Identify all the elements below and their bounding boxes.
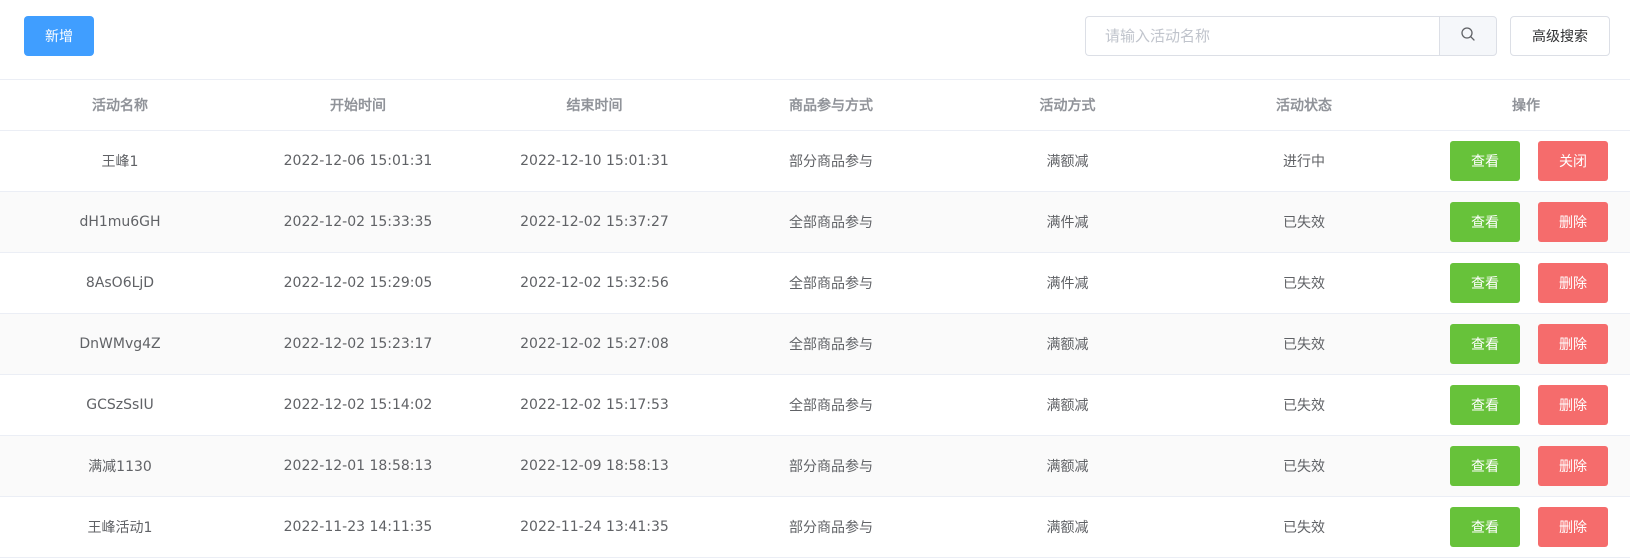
delete-button[interactable]: 删除: [1538, 446, 1608, 486]
cell-status: 已失效: [1186, 435, 1422, 497]
cell-start-time: 2022-12-02 15:29:05: [240, 252, 476, 314]
view-button[interactable]: 查看: [1450, 507, 1520, 547]
cell-method: 满额减: [949, 313, 1186, 375]
delete-button[interactable]: 删除: [1538, 385, 1608, 425]
view-button[interactable]: 查看: [1450, 446, 1520, 486]
search-icon: [1460, 26, 1476, 46]
cell-actions: 查看 删除: [1422, 496, 1630, 558]
cell-start-time: 2022-11-23 14:11:35: [240, 496, 476, 558]
search-button[interactable]: [1439, 16, 1497, 56]
cell-actions: 查看 删除: [1422, 313, 1630, 375]
cell-name: 王峰1: [0, 130, 240, 192]
cell-method: 满件减: [949, 191, 1186, 253]
table-header-row: 活动名称 开始时间 结束时间 商品参与方式 活动方式 活动状态 操作: [0, 79, 1630, 131]
cell-start-time: 2022-12-06 15:01:31: [240, 130, 476, 192]
cell-participation: 全部商品参与: [713, 252, 949, 314]
cell-name: 满减1130: [0, 435, 240, 497]
cell-start-time: 2022-12-02 15:14:02: [240, 374, 476, 436]
cell-status: 已失效: [1186, 191, 1422, 253]
cell-end-time: 2022-12-02 15:32:56: [476, 252, 713, 314]
cell-participation: 部分商品参与: [713, 435, 949, 497]
toolbar: 新增 高级搜索: [0, 0, 1630, 80]
delete-button[interactable]: 删除: [1538, 263, 1608, 303]
table-row: 王峰活动1 2022-11-23 14:11:35 2022-11-24 13:…: [0, 496, 1630, 558]
cell-start-time: 2022-12-01 18:58:13: [240, 435, 476, 497]
cell-participation: 部分商品参与: [713, 130, 949, 192]
cell-status: 已失效: [1186, 374, 1422, 436]
cell-participation: 全部商品参与: [713, 374, 949, 436]
cell-method: 满额减: [949, 435, 1186, 497]
table-row: GCSzSsIU 2022-12-02 15:14:02 2022-12-02 …: [0, 374, 1630, 436]
column-header-status: 活动状态: [1186, 79, 1422, 131]
cell-name: 8AsO6LjD: [0, 252, 240, 314]
cell-status: 进行中: [1186, 130, 1422, 192]
cell-name: dH1mu6GH: [0, 191, 240, 253]
cell-end-time: 2022-12-10 15:01:31: [476, 130, 713, 192]
cell-end-time: 2022-12-02 15:27:08: [476, 313, 713, 375]
view-button[interactable]: 查看: [1450, 141, 1520, 181]
add-button[interactable]: 新增: [24, 16, 94, 56]
column-header-start-time: 开始时间: [240, 79, 476, 131]
column-header-name: 活动名称: [0, 79, 240, 131]
delete-button[interactable]: 删除: [1538, 507, 1608, 547]
cell-method: 满额减: [949, 130, 1186, 192]
cell-actions: 查看 删除: [1422, 252, 1630, 314]
cell-method: 满额减: [949, 496, 1186, 558]
column-header-end-time: 结束时间: [476, 79, 713, 131]
view-button[interactable]: 查看: [1450, 385, 1520, 425]
cell-participation: 全部商品参与: [713, 313, 949, 375]
cell-end-time: 2022-11-24 13:41:35: [476, 496, 713, 558]
cell-status: 已失效: [1186, 313, 1422, 375]
cell-end-time: 2022-12-02 15:17:53: [476, 374, 713, 436]
cell-end-time: 2022-12-09 18:58:13: [476, 435, 713, 497]
view-button[interactable]: 查看: [1450, 263, 1520, 303]
column-header-participation: 商品参与方式: [713, 79, 949, 131]
search-input[interactable]: [1085, 16, 1439, 56]
cell-method: 满额减: [949, 374, 1186, 436]
cell-name: DnWMvg4Z: [0, 313, 240, 375]
view-button[interactable]: 查看: [1450, 202, 1520, 242]
cell-actions: 查看 删除: [1422, 435, 1630, 497]
column-header-actions: 操作: [1422, 79, 1630, 131]
cell-status: 已失效: [1186, 252, 1422, 314]
search-box: [1085, 16, 1497, 56]
cell-participation: 部分商品参与: [713, 496, 949, 558]
table-row: 满减1130 2022-12-01 18:58:13 2022-12-09 18…: [0, 435, 1630, 497]
cell-name: GCSzSsIU: [0, 374, 240, 436]
delete-button[interactable]: 删除: [1538, 324, 1608, 364]
cell-actions: 查看 删除: [1422, 191, 1630, 253]
table-row: 8AsO6LjD 2022-12-02 15:29:05 2022-12-02 …: [0, 252, 1630, 314]
view-button[interactable]: 查看: [1450, 324, 1520, 364]
cell-participation: 全部商品参与: [713, 191, 949, 253]
cell-name: 王峰活动1: [0, 496, 240, 558]
cell-method: 满件减: [949, 252, 1186, 314]
cell-actions: 查看 删除: [1422, 374, 1630, 436]
delete-button[interactable]: 删除: [1538, 202, 1608, 242]
cell-end-time: 2022-12-02 15:37:27: [476, 191, 713, 253]
column-header-method: 活动方式: [949, 79, 1186, 131]
advanced-search-button[interactable]: 高级搜索: [1510, 16, 1610, 56]
cell-status: 已失效: [1186, 496, 1422, 558]
table-row: DnWMvg4Z 2022-12-02 15:23:17 2022-12-02 …: [0, 313, 1630, 375]
cell-start-time: 2022-12-02 15:33:35: [240, 191, 476, 253]
table-row: 王峰1 2022-12-06 15:01:31 2022-12-10 15:01…: [0, 130, 1630, 192]
cell-actions: 查看 关闭: [1422, 130, 1630, 192]
cell-start-time: 2022-12-02 15:23:17: [240, 313, 476, 375]
activity-table: 活动名称 开始时间 结束时间 商品参与方式 活动方式 活动状态 操作 王峰1 2…: [0, 79, 1630, 558]
close-button[interactable]: 关闭: [1538, 141, 1608, 181]
table-row: dH1mu6GH 2022-12-02 15:33:35 2022-12-02 …: [0, 191, 1630, 253]
